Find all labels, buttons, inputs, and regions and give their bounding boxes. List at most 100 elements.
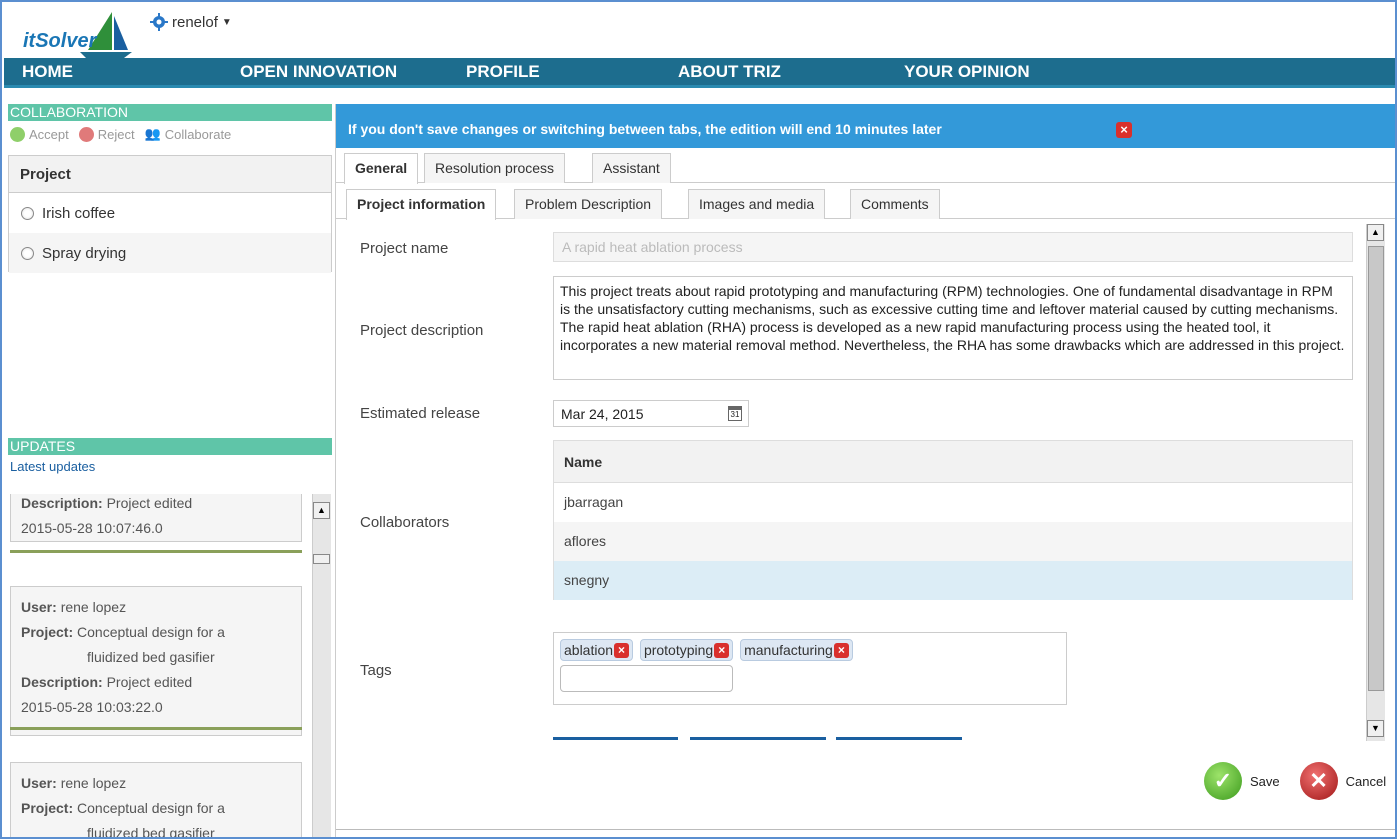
project-description-textarea[interactable]: This project treats about rapid prototyp…	[553, 276, 1353, 380]
update-project: Conceptual design for a	[77, 800, 225, 816]
tab-images-and-media[interactable]: Images and media	[688, 189, 826, 219]
project-description-label: Project description	[360, 322, 484, 339]
collaborate-button[interactable]: 👥 Collaborate	[145, 126, 232, 142]
logo-text: itSolver	[23, 30, 97, 52]
tab-project-information[interactable]: Project information	[346, 189, 497, 220]
nav-open-innovation[interactable]: OPEN INNOVATION	[240, 62, 397, 82]
scroll-up-button[interactable]: ▲	[1367, 224, 1384, 241]
nav-your-opinion[interactable]: YOUR OPINION	[904, 62, 1030, 82]
check-icon	[10, 126, 25, 142]
main-panel: If you don't save changes or switching b…	[335, 104, 1395, 837]
project-name-label: Project name	[360, 240, 449, 257]
divider	[10, 727, 302, 730]
username: renelof	[172, 13, 218, 31]
description-label: Description:	[21, 495, 103, 511]
collaboration-actions: Accept Reject 👥 Collaborate	[8, 121, 332, 147]
top-bar: itSolver renelof ▼	[4, 4, 1395, 58]
collaborators-label: Collaborators	[360, 514, 450, 531]
project-list-header: Project	[9, 156, 331, 193]
update-description: Project edited	[106, 674, 193, 690]
notice-text: If you don't save changes or switching b…	[348, 121, 942, 137]
tags-input: ablation × prototyping × manufacturing ×	[553, 632, 1067, 705]
divider	[553, 737, 678, 740]
project-name-input[interactable]: A rapid heat ablation process	[553, 232, 1353, 262]
logo[interactable]: itSolver	[20, 10, 140, 58]
table-header: Name	[554, 441, 1352, 483]
collaborate-label: Collaborate	[164, 126, 232, 142]
remove-tag-icon[interactable]: ×	[714, 642, 730, 658]
new-tag-field[interactable]	[560, 665, 733, 692]
remove-tag-icon[interactable]: ×	[614, 642, 630, 658]
form-scrollbar[interactable]: ▲ ▼	[1366, 224, 1385, 741]
description-label: Description:	[21, 674, 103, 690]
cancel-button[interactable]: Cancel	[1346, 774, 1386, 789]
divider	[10, 550, 302, 553]
sub-tabs: Project information Problem Description …	[336, 189, 1395, 220]
project-list: Project Irish coffee Spray drying	[8, 155, 332, 273]
scroll-down-button[interactable]: ▼	[1367, 720, 1384, 737]
reject-icon	[78, 126, 94, 142]
main-nav: HOME OPEN INNOVATION PROFILE ABOUT TRIZ …	[4, 58, 1395, 88]
tag-label: manufacturing	[744, 642, 833, 658]
tag: prototyping ×	[639, 639, 734, 661]
divider	[336, 829, 1395, 830]
calendar-icon[interactable]: 31	[728, 406, 742, 421]
tab-general[interactable]: General	[344, 153, 419, 184]
people-icon: 👥	[144, 126, 161, 141]
nav-home[interactable]: HOME	[22, 62, 73, 82]
form-actions: ✓ Save ✕ Cancel	[1204, 762, 1386, 800]
collaborators-table: Name jbarragan aflores snegny	[553, 440, 1353, 600]
estimated-release-label: Estimated release	[360, 405, 481, 422]
app-frame: itSolver renelof ▼ HOME OPEN INNOVATION …	[0, 0, 1397, 839]
project-option[interactable]: Irish coffee	[9, 193, 331, 233]
save-button[interactable]: Save	[1250, 774, 1280, 789]
user-label: User:	[21, 599, 57, 615]
main-tabs: General Resolution process Assistant	[336, 153, 1395, 184]
table-row[interactable]: aflores	[554, 522, 1352, 561]
remove-tag-icon[interactable]: ×	[833, 642, 849, 658]
update-project-cont: fluidized bed gasifier	[87, 825, 215, 839]
left-panel: COLLABORATION Accept Reject 👥 Collaborat…	[8, 104, 332, 839]
tags-label: Tags	[360, 662, 392, 679]
update-timestamp: 2015-05-28 10:07:46.0	[21, 520, 163, 536]
update-description: Project edited	[106, 495, 193, 511]
divider	[836, 737, 962, 740]
scroll-thumb[interactable]	[313, 554, 330, 564]
check-icon[interactable]: ✓	[1204, 762, 1242, 800]
close-icon[interactable]: ×	[1116, 122, 1132, 138]
update-user: rene lopez	[60, 599, 127, 615]
tab-problem-description[interactable]: Problem Description	[514, 189, 663, 219]
table-row[interactable]: snegny	[554, 561, 1352, 600]
table-row[interactable]: jbarragan	[554, 483, 1352, 522]
project-label: Project:	[21, 800, 74, 816]
reject-label: Reject	[97, 126, 135, 142]
updates-header: UPDATES	[8, 438, 332, 455]
radio-button[interactable]	[21, 246, 34, 260]
scroll-thumb[interactable]	[1368, 246, 1384, 691]
update-timestamp: 2015-05-28 10:03:22.0	[21, 699, 163, 715]
project-option[interactable]: Spray drying	[9, 233, 331, 273]
user-label: User:	[21, 775, 57, 791]
updates-scrollbar[interactable]: ▲	[312, 494, 331, 837]
release-date-value: Mar 24, 2015	[561, 406, 644, 422]
nav-about-triz[interactable]: ABOUT TRIZ	[678, 62, 781, 82]
tab-assistant[interactable]: Assistant	[592, 153, 671, 183]
accept-button[interactable]: Accept	[10, 126, 69, 142]
nav-profile[interactable]: PROFILE	[466, 62, 540, 82]
project-label: Project:	[21, 624, 74, 640]
gear-icon	[150, 13, 168, 31]
updates-list: Description: Project edited 2015-05-28 1…	[8, 494, 332, 839]
collaboration-header: COLLABORATION	[8, 104, 332, 121]
scroll-up-button[interactable]: ▲	[313, 502, 330, 519]
close-icon[interactable]: ✕	[1299, 762, 1338, 800]
latest-updates-link[interactable]: Latest updates	[8, 455, 332, 477]
user-menu[interactable]: renelof ▼	[150, 13, 232, 31]
radio-button[interactable]	[21, 206, 34, 220]
update-user: rene lopez	[60, 775, 127, 791]
tab-comments[interactable]: Comments	[850, 189, 940, 219]
estimated-release-datepicker[interactable]: Mar 24, 2015 31	[553, 400, 749, 427]
reject-button[interactable]: Reject	[78, 126, 135, 142]
project-form: Project name A rapid heat ablation proce…	[346, 224, 1376, 741]
accept-label: Accept	[29, 126, 69, 142]
tab-resolution-process[interactable]: Resolution process	[424, 153, 566, 183]
